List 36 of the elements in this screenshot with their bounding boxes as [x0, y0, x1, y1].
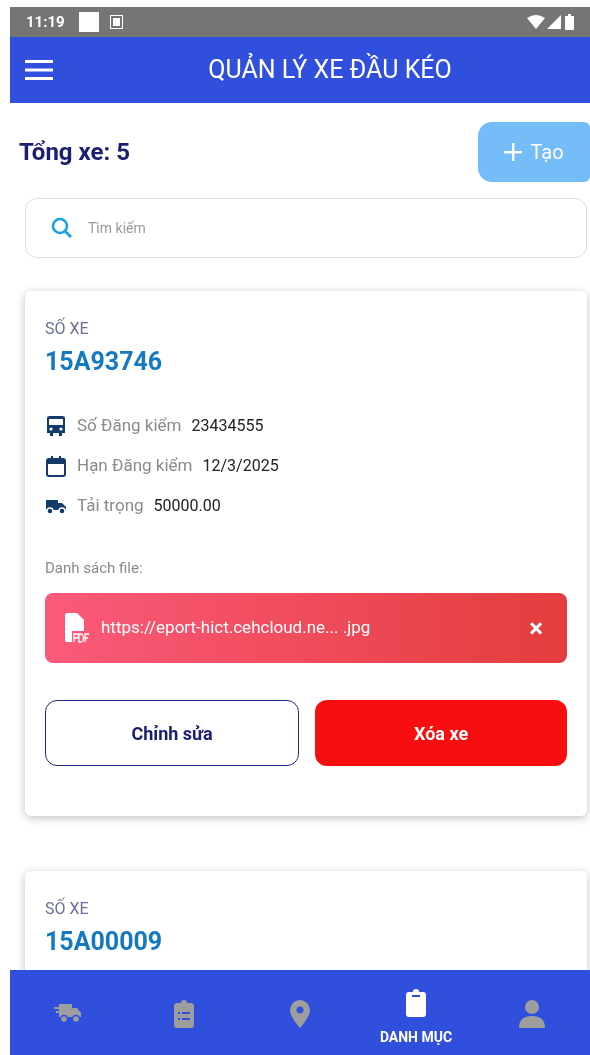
- file-name: https://eport-hict.cehcloud.ne... .jpg: [101, 616, 371, 640]
- calendar-icon: [45, 454, 67, 477]
- search-icon: [51, 217, 73, 239]
- bus-icon: [45, 414, 67, 437]
- pdf-file-icon: [65, 613, 91, 643]
- battery-icon: [565, 14, 574, 30]
- detail-label: Số Đăng kiểm: [77, 413, 182, 437]
- vehicle-total: Tổng xe: 5: [19, 137, 130, 168]
- file-item[interactable]: https://eport-hict.cehcloud.ne... .jpg ×: [45, 593, 567, 663]
- person-icon: [519, 1000, 545, 1028]
- plate-number: 15A93746: [45, 346, 164, 378]
- detail-label: Hạn Đăng kiểm: [77, 453, 193, 477]
- detail-value: 12/3/2025: [202, 454, 279, 477]
- plus-icon: [504, 143, 523, 161]
- plate-label: SỐ XE: [45, 317, 90, 340]
- status-time: 11:19: [26, 11, 65, 33]
- location-pin-icon: [290, 1000, 310, 1028]
- clipboard-icon: [406, 989, 426, 1017]
- notification-icon: [78, 12, 99, 32]
- detail-label: Tải trọng: [77, 493, 144, 517]
- menu-icon[interactable]: [25, 59, 53, 81]
- nav-tab[interactable]: DANH MỤC: [358, 970, 474, 1055]
- delete-button[interactable]: Xóa xe: [315, 700, 567, 766]
- wifi-icon: [527, 15, 545, 29]
- signal-icon: [547, 15, 561, 29]
- plate-number: 15A00009: [45, 926, 164, 958]
- edit-button[interactable]: Chỉnh sửa: [45, 700, 299, 766]
- clipboard-list-icon: [174, 1000, 194, 1028]
- files-label: Danh sách file:: [45, 557, 144, 579]
- search-field[interactable]: Tìm kiếm: [25, 198, 587, 258]
- detail-value: 23434555: [191, 414, 264, 437]
- app-title: QUẢN LÝ XE ĐẦU KÉO: [207, 52, 453, 87]
- detail-value: 50000.00: [153, 494, 221, 517]
- plate-label: SỐ XE: [45, 897, 90, 920]
- keyboard-icon: [110, 16, 122, 28]
- remove-file-button[interactable]: ×: [529, 615, 543, 641]
